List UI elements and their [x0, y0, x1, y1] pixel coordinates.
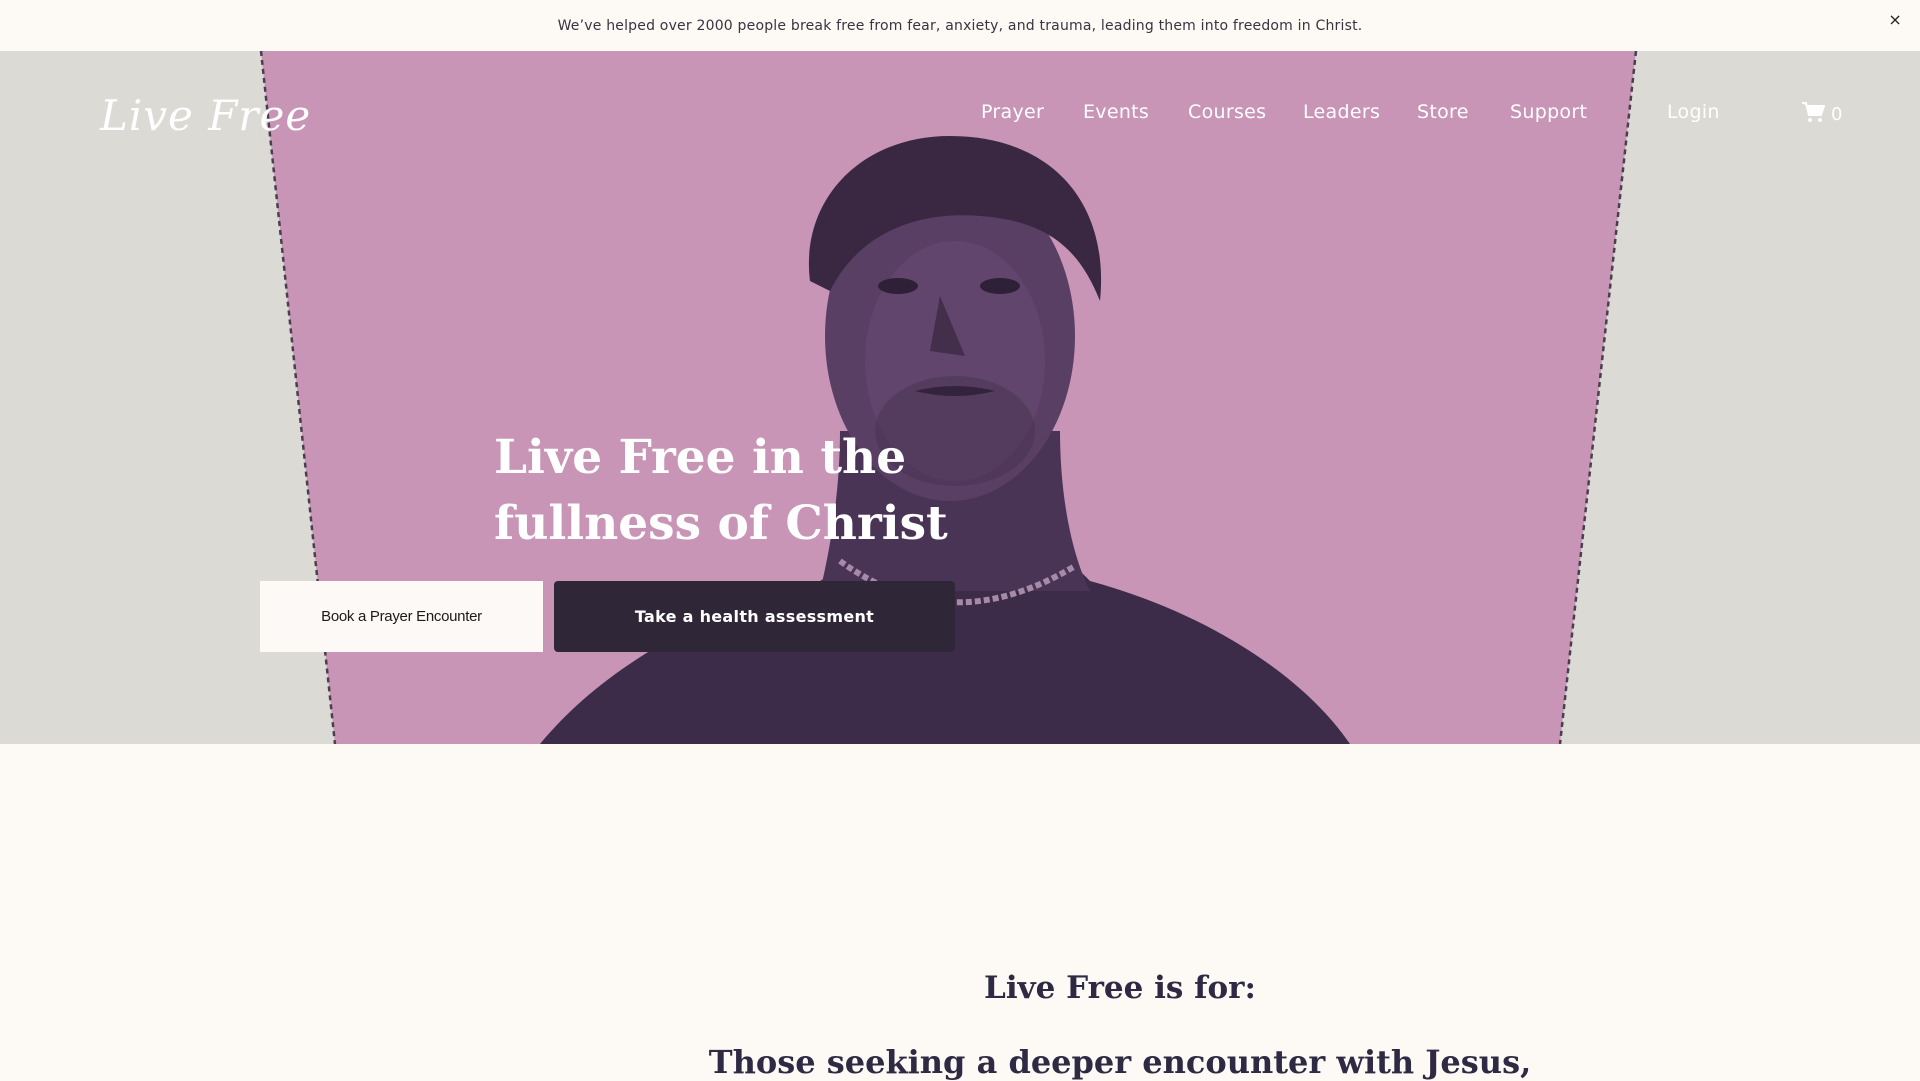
main-nav: Prayer Events Courses Leaders Store Supp…	[0, 101, 1920, 131]
nav-support[interactable]: Support	[1510, 101, 1587, 123]
announcement-text: We’ve helped over 2000 people break free…	[557, 17, 1363, 34]
announcement-bar: We’ve helped over 2000 people break free…	[0, 0, 1920, 51]
nav-courses[interactable]: Courses	[1188, 101, 1266, 123]
cart-button[interactable]: 0	[1801, 101, 1842, 128]
cart-icon	[1801, 101, 1826, 128]
intro-title: Live Free is for:	[984, 970, 1256, 1006]
cart-count: 0	[1831, 104, 1843, 125]
hero-headline-line2: fullness of Christ	[494, 496, 948, 551]
nav-events[interactable]: Events	[1083, 101, 1149, 123]
nav-leaders[interactable]: Leaders	[1303, 101, 1380, 123]
book-prayer-encounter-button[interactable]: Book a Prayer Encounter	[260, 581, 543, 652]
nav-prayer[interactable]: Prayer	[981, 101, 1044, 123]
nav-store[interactable]: Store	[1417, 101, 1469, 123]
intro-section: Live Free is for: Those seeking a deeper…	[0, 744, 1920, 1081]
health-assessment-button[interactable]: Take a health assessment	[554, 581, 955, 652]
login-link[interactable]: Login	[1667, 101, 1720, 123]
intro-first-line: Those seeking a deeper encounter with Je…	[708, 1043, 1532, 1081]
hero-headline-line1: Live Free in the	[494, 430, 907, 485]
hero-headline: Live Free in the fullness of Christ	[494, 425, 1094, 557]
close-icon[interactable]: ×	[1888, 12, 1902, 28]
